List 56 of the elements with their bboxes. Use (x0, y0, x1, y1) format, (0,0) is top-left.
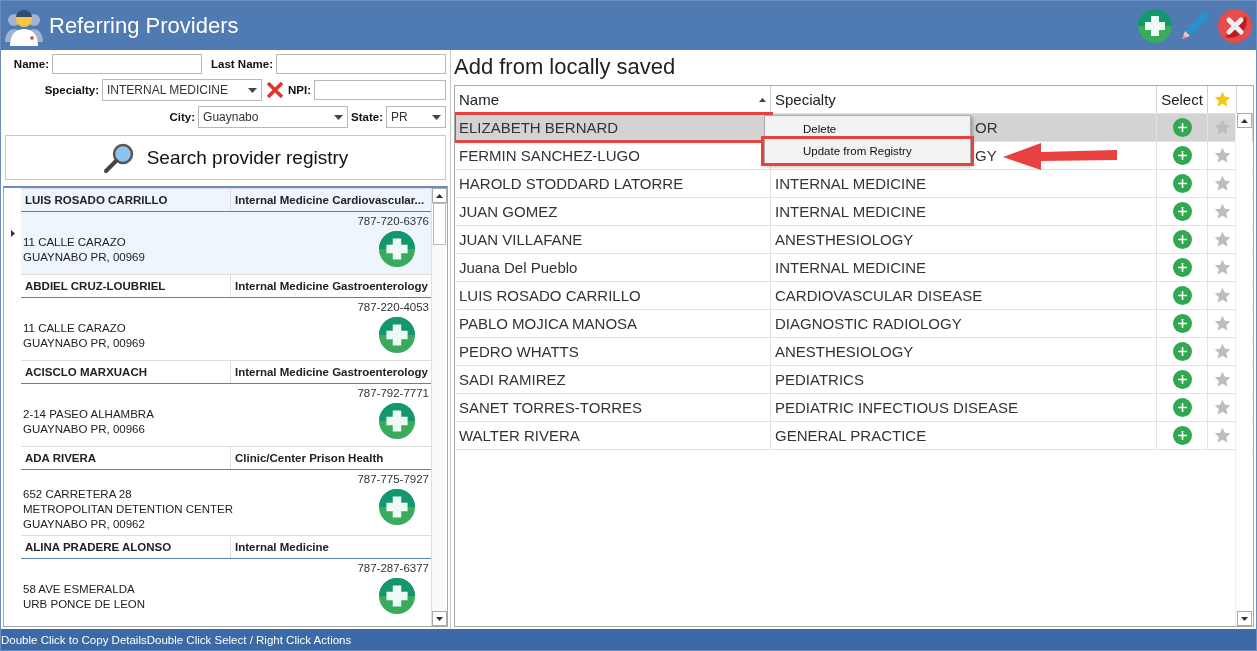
address-line: GUAYNABO PR, 00962 (23, 517, 146, 532)
specialty-cell: CARDIOVASCULAR DISEASE (771, 282, 1157, 309)
name-cell: HAROLD STODDARD LATORRE (455, 170, 771, 197)
name-cell: JUAN GOMEZ (455, 198, 771, 225)
provider-specialty: Internal Medicine Gastroenterology (234, 365, 428, 380)
address-line: 11 CALLE CARAZO (23, 321, 127, 336)
address-line: URB PONCE DE LEON (23, 597, 146, 612)
specialty-cell: ANESTHESIOLOGY (771, 338, 1157, 365)
provider-name: ABDIEL CRUZ-LOUBRIEL (21, 275, 231, 297)
address-line: 652 CARRETERA 28 (23, 487, 133, 502)
status-text: Double Click to Copy Details (1, 632, 147, 648)
name-cell: PEDRO WHATTS (455, 338, 771, 365)
phone-number: 787-220-4053 (357, 301, 429, 313)
address-line: GUAYNABO PR, 00966 (23, 422, 146, 437)
name-cell: LUIS ROSADO CARRILLO (455, 282, 771, 309)
address-line: GUAYNABO PR, 00969 (23, 336, 145, 351)
provider-name: ALINA PRADERE ALONSO (21, 536, 231, 558)
name-cell: PABLO MOJICA MANOSA (455, 310, 771, 337)
name-cell: JUAN VILLAFANE (455, 226, 771, 253)
specialty-cell: PEDIATRICS (771, 366, 1157, 393)
field-label: NPI: (288, 84, 311, 96)
specialty-cell: INTERNAL MEDICINE (771, 254, 1157, 281)
field-label: Name: (13, 58, 49, 70)
phone-number: 787-775-7927 (357, 473, 429, 485)
phone-number: 787-792-7771 (357, 387, 429, 399)
provider-name: ADA RIVERA (21, 447, 231, 469)
address-line: 11 CALLE CARAZO (23, 235, 127, 250)
phone-number: 787-287-6377 (357, 562, 429, 574)
specialty-cell: ANESTHESIOLOGY (771, 226, 1157, 253)
specialty-cell: GENERAL PRACTICE (771, 422, 1157, 449)
provider-name: ACISCLO MARXUACH (21, 361, 231, 383)
address-line: 2-14 PASEO ALHAMBRA (23, 407, 154, 422)
provider-specialty: Internal Medicine (234, 540, 329, 555)
address-line: 58 AVE ESMERALDA (23, 582, 136, 597)
name-cell: Juana Del Pueblo (455, 254, 771, 281)
provider-specialty: Internal Medicine Gastroenterology (234, 279, 428, 294)
field-label: City: (169, 111, 196, 123)
provider-name: LUIS ROSADO CARRILLO (21, 189, 231, 211)
provider-specialty: Internal Medicine Cardiovascular... (234, 193, 425, 208)
specialty-cell: INTERNAL MEDICINE (771, 198, 1157, 225)
window-title: Referring Providers (49, 12, 240, 39)
field-label: Last Name: (211, 58, 273, 70)
specialty-cell: INTERNAL MEDICINE (771, 170, 1157, 197)
field-label: Specialty: (44, 84, 99, 96)
address-line: GUAYNABO PR, 00969 (23, 250, 145, 265)
provider-specialty: Clinic/Center Prison Health (234, 451, 384, 466)
field-label: State: (351, 111, 383, 123)
specialty-cell: DIAGNOSTIC RADIOLOGY (771, 310, 1157, 337)
address-line: METROPOLITAN DETENTION CENTER (23, 502, 233, 517)
name-cell: WALTER RIVERA (455, 422, 771, 449)
specialty-cell: PEDIATRIC INFECTIOUS DISEASE (771, 394, 1157, 421)
status-text: Double Click Select / Right Click Actions (146, 632, 352, 648)
section-title: Add from locally saved (454, 54, 677, 80)
name-cell: SANET TORRES-TORRES (455, 394, 771, 421)
phone-number: 787-720-6376 (357, 215, 429, 227)
name-cell: SADI RAMIREZ (455, 366, 771, 393)
